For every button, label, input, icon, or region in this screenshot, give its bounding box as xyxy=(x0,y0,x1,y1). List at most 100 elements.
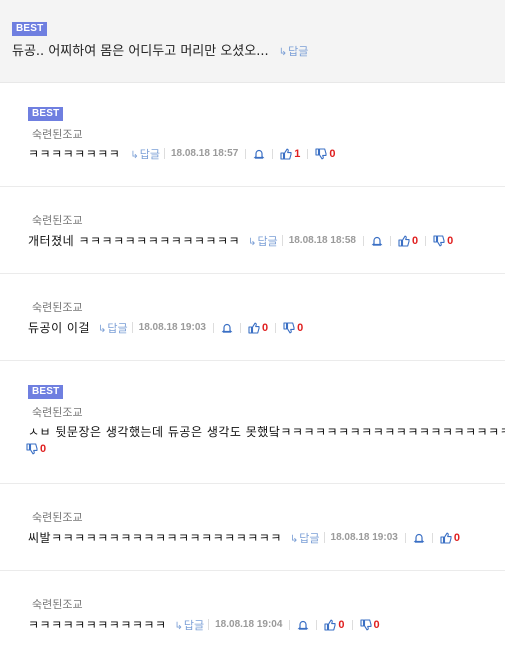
top-best-comment: BEST 듀공.. 어찌하여 몸은 어디두고 머리만 오셨오... ↳답글 xyxy=(0,0,505,83)
comment-line: 씨발ㅋㅋㅋㅋㅋㅋㅋㅋㅋㅋㅋㅋㅋㅋㅋㅋㅋㅋㅋㅋ ↳답글 18.08.18 19:0… xyxy=(28,529,460,546)
comment-date: 18.08.18 19:03 xyxy=(131,322,206,333)
divider xyxy=(272,148,274,159)
top-comment-text: 듀공.. 어찌하여 몸은 어디두고 머리만 오셨오... xyxy=(12,44,269,59)
divider xyxy=(431,532,433,543)
divider xyxy=(425,235,427,246)
like-button[interactable]: 0 xyxy=(324,618,345,631)
thumbs-up-icon xyxy=(440,532,452,544)
dislike-button[interactable]: 0 xyxy=(359,618,380,631)
comment-item: 숙련된조교 개터졌네 ㅋㅋㅋㅋㅋㅋㅋㅋㅋㅋㅋㅋㅋㅋ ↳답글 18.08.18 1… xyxy=(0,187,505,274)
like-button[interactable]: 0 xyxy=(440,532,460,544)
dislike-button[interactable]: 0 xyxy=(433,235,453,247)
reply-link[interactable]: ↳답글 xyxy=(248,233,278,249)
like-button[interactable]: 0 xyxy=(248,322,268,334)
comment-author: 숙련된조교 xyxy=(32,511,83,524)
thumbs-up-icon xyxy=(324,619,336,631)
divider xyxy=(389,235,391,246)
dislike-button[interactable]: 0 xyxy=(315,147,336,160)
comment-date: 18.08.18 19:03 xyxy=(323,532,398,543)
thumbs-down-icon xyxy=(315,147,327,160)
dislike-count: 0 xyxy=(40,443,47,455)
reply-arrow-icon: ↳ xyxy=(130,149,139,161)
divider xyxy=(239,322,241,333)
thumbs-down-icon xyxy=(359,618,372,631)
reply-label: 답글 xyxy=(183,618,205,632)
comment-line: ㅋㅋㅋㅋㅋㅋㅋㅋㅋㅋㅋㅋ ↳답글 18.08.18 19:04 0 0 xyxy=(28,616,380,633)
comment-item: BEST 숙련된조교 ㅋㅋㅋㅋㅋㅋㅋㅋ ↳답글 18.08.18 18:57 1… xyxy=(0,83,505,187)
bell-icon[interactable] xyxy=(413,532,425,544)
reply-label: 답글 xyxy=(107,321,128,335)
reply-arrow-icon: ↳ xyxy=(289,533,299,545)
like-count: 1 xyxy=(294,147,301,160)
divider xyxy=(362,235,364,246)
comment-author: 숙련된조교 xyxy=(32,301,83,314)
like-button[interactable]: 0 xyxy=(398,235,418,247)
thumbs-down-icon xyxy=(26,443,38,455)
reply-arrow-icon: ↳ xyxy=(98,323,107,335)
best-badge: BEST xyxy=(28,385,64,399)
comment-line: ㅋㅋㅋㅋㅋㅋㅋㅋ ↳답글 18.08.18 18:57 1 0 xyxy=(28,145,336,162)
comment-item: 숙련된조교 씨발ㅋㅋㅋㅋㅋㅋㅋㅋㅋㅋㅋㅋㅋㅋㅋㅋㅋㅋㅋㅋ ↳답글 18.08.1… xyxy=(0,484,505,571)
bell-icon[interactable] xyxy=(297,619,309,631)
best-badge: BEST xyxy=(12,22,48,36)
reply-label: 답글 xyxy=(257,234,278,248)
reply-label: 답글 xyxy=(139,147,160,161)
comment-date: 18.08.18 19:04 xyxy=(208,619,282,630)
bell-icon[interactable] xyxy=(253,148,265,160)
comment-text: ㅋㅋㅋㅋㅋㅋㅋㅋ xyxy=(28,147,121,161)
comment-item: 숙련된조교 ㅋㅋㅋㅋㅋㅋㅋㅋㅋㅋㅋㅋ ↳답글 18.08.18 19:04 0 … xyxy=(0,571,505,652)
thumbs-up-icon xyxy=(248,322,260,334)
like-count: 0 xyxy=(338,618,345,631)
reply-arrow-icon: ↳ xyxy=(278,47,288,58)
like-button[interactable]: 1 xyxy=(280,148,300,160)
dislike-count: 0 xyxy=(373,618,380,631)
divider xyxy=(404,532,406,543)
reply-link[interactable]: ↳답글 xyxy=(290,530,320,546)
bell-icon[interactable] xyxy=(371,235,383,247)
dislike-button[interactable]: 0 xyxy=(283,322,303,334)
comment-text: 개터졌네 ㅋㅋㅋㅋㅋㅋㅋㅋㅋㅋㅋㅋㅋㅋ xyxy=(28,234,241,248)
reply-arrow-icon: ↳ xyxy=(174,620,183,632)
divider xyxy=(307,148,309,159)
reply-label: 답글 xyxy=(288,45,309,58)
divider xyxy=(245,148,247,159)
divider xyxy=(351,619,353,630)
thumbs-down-icon xyxy=(433,234,445,247)
dislike-button[interactable]: 0 xyxy=(26,443,46,455)
comment-date: 18.08.18 18:57 xyxy=(163,148,238,159)
reply-arrow-icon: ↳ xyxy=(248,236,257,248)
comment-line: 듀공이 이걸 ↳답글 18.08.18 19:03 0 0 xyxy=(28,319,303,336)
comment-line: ㅅㅂ 뒷문장은 생각했는데 듀공은 생각도 못했닼ㅋㅋㅋㅋㅋㅋㅋㅋㅋㅋㅋㅋㅋㅋㅋ… xyxy=(28,423,505,440)
best-badge: BEST xyxy=(28,107,64,121)
comment-item: 숙련된조교 듀공이 이걸 ↳답글 18.08.18 19:03 0 0 xyxy=(0,274,505,361)
comment-author: 숙련된조교 xyxy=(32,128,83,141)
dislike-count: 0 xyxy=(329,147,336,160)
comment-text: 듀공이 이걸 xyxy=(28,321,91,335)
reply-link[interactable]: ↳답글 xyxy=(279,45,309,58)
like-count: 0 xyxy=(453,531,460,544)
bell-icon[interactable] xyxy=(221,322,233,334)
dislike-count: 0 xyxy=(447,234,454,247)
divider xyxy=(212,322,214,333)
comment-date: 18.08.18 18:58 xyxy=(281,235,356,246)
comment-text: ㅅㅂ 뒷문장은 생각했는데 듀공은 생각도 못했닼ㅋㅋㅋㅋㅋㅋㅋㅋㅋㅋㅋㅋㅋㅋㅋ… xyxy=(28,425,505,439)
divider xyxy=(289,619,291,630)
comment-item: BEST 숙련된조교 ㅅㅂ 뒷문장은 생각했는데 듀공은 생각도 못했닼ㅋㅋㅋㅋ… xyxy=(0,361,505,484)
reply-link[interactable]: ↳답글 xyxy=(130,146,160,162)
comment-author: 숙련된조교 xyxy=(32,598,83,611)
like-count: 0 xyxy=(411,234,419,247)
comment-text: 씨발ㅋㅋㅋㅋㅋㅋㅋㅋㅋㅋㅋㅋㅋㅋㅋㅋㅋㅋㅋㅋ xyxy=(28,531,282,545)
reply-link[interactable]: ↳답글 xyxy=(98,320,128,336)
reply-label: 답글 xyxy=(299,531,320,545)
divider xyxy=(316,619,318,630)
dislike-count: 0 xyxy=(297,321,304,334)
comment-vote-line: 0 xyxy=(26,443,46,455)
like-count: 0 xyxy=(261,321,269,334)
thumbs-up-icon xyxy=(398,235,410,247)
thumbs-up-icon xyxy=(280,148,292,160)
top-comment-text-line: 듀공.. 어찌하여 몸은 어디두고 머리만 오셨오... ↳답글 xyxy=(12,40,308,59)
reply-link[interactable]: ↳답글 xyxy=(174,617,204,633)
comment-text: ㅋㅋㅋㅋㅋㅋㅋㅋㅋㅋㅋㅋ xyxy=(28,618,167,632)
comment-author: 숙련된조교 xyxy=(32,214,83,227)
divider xyxy=(275,322,277,333)
